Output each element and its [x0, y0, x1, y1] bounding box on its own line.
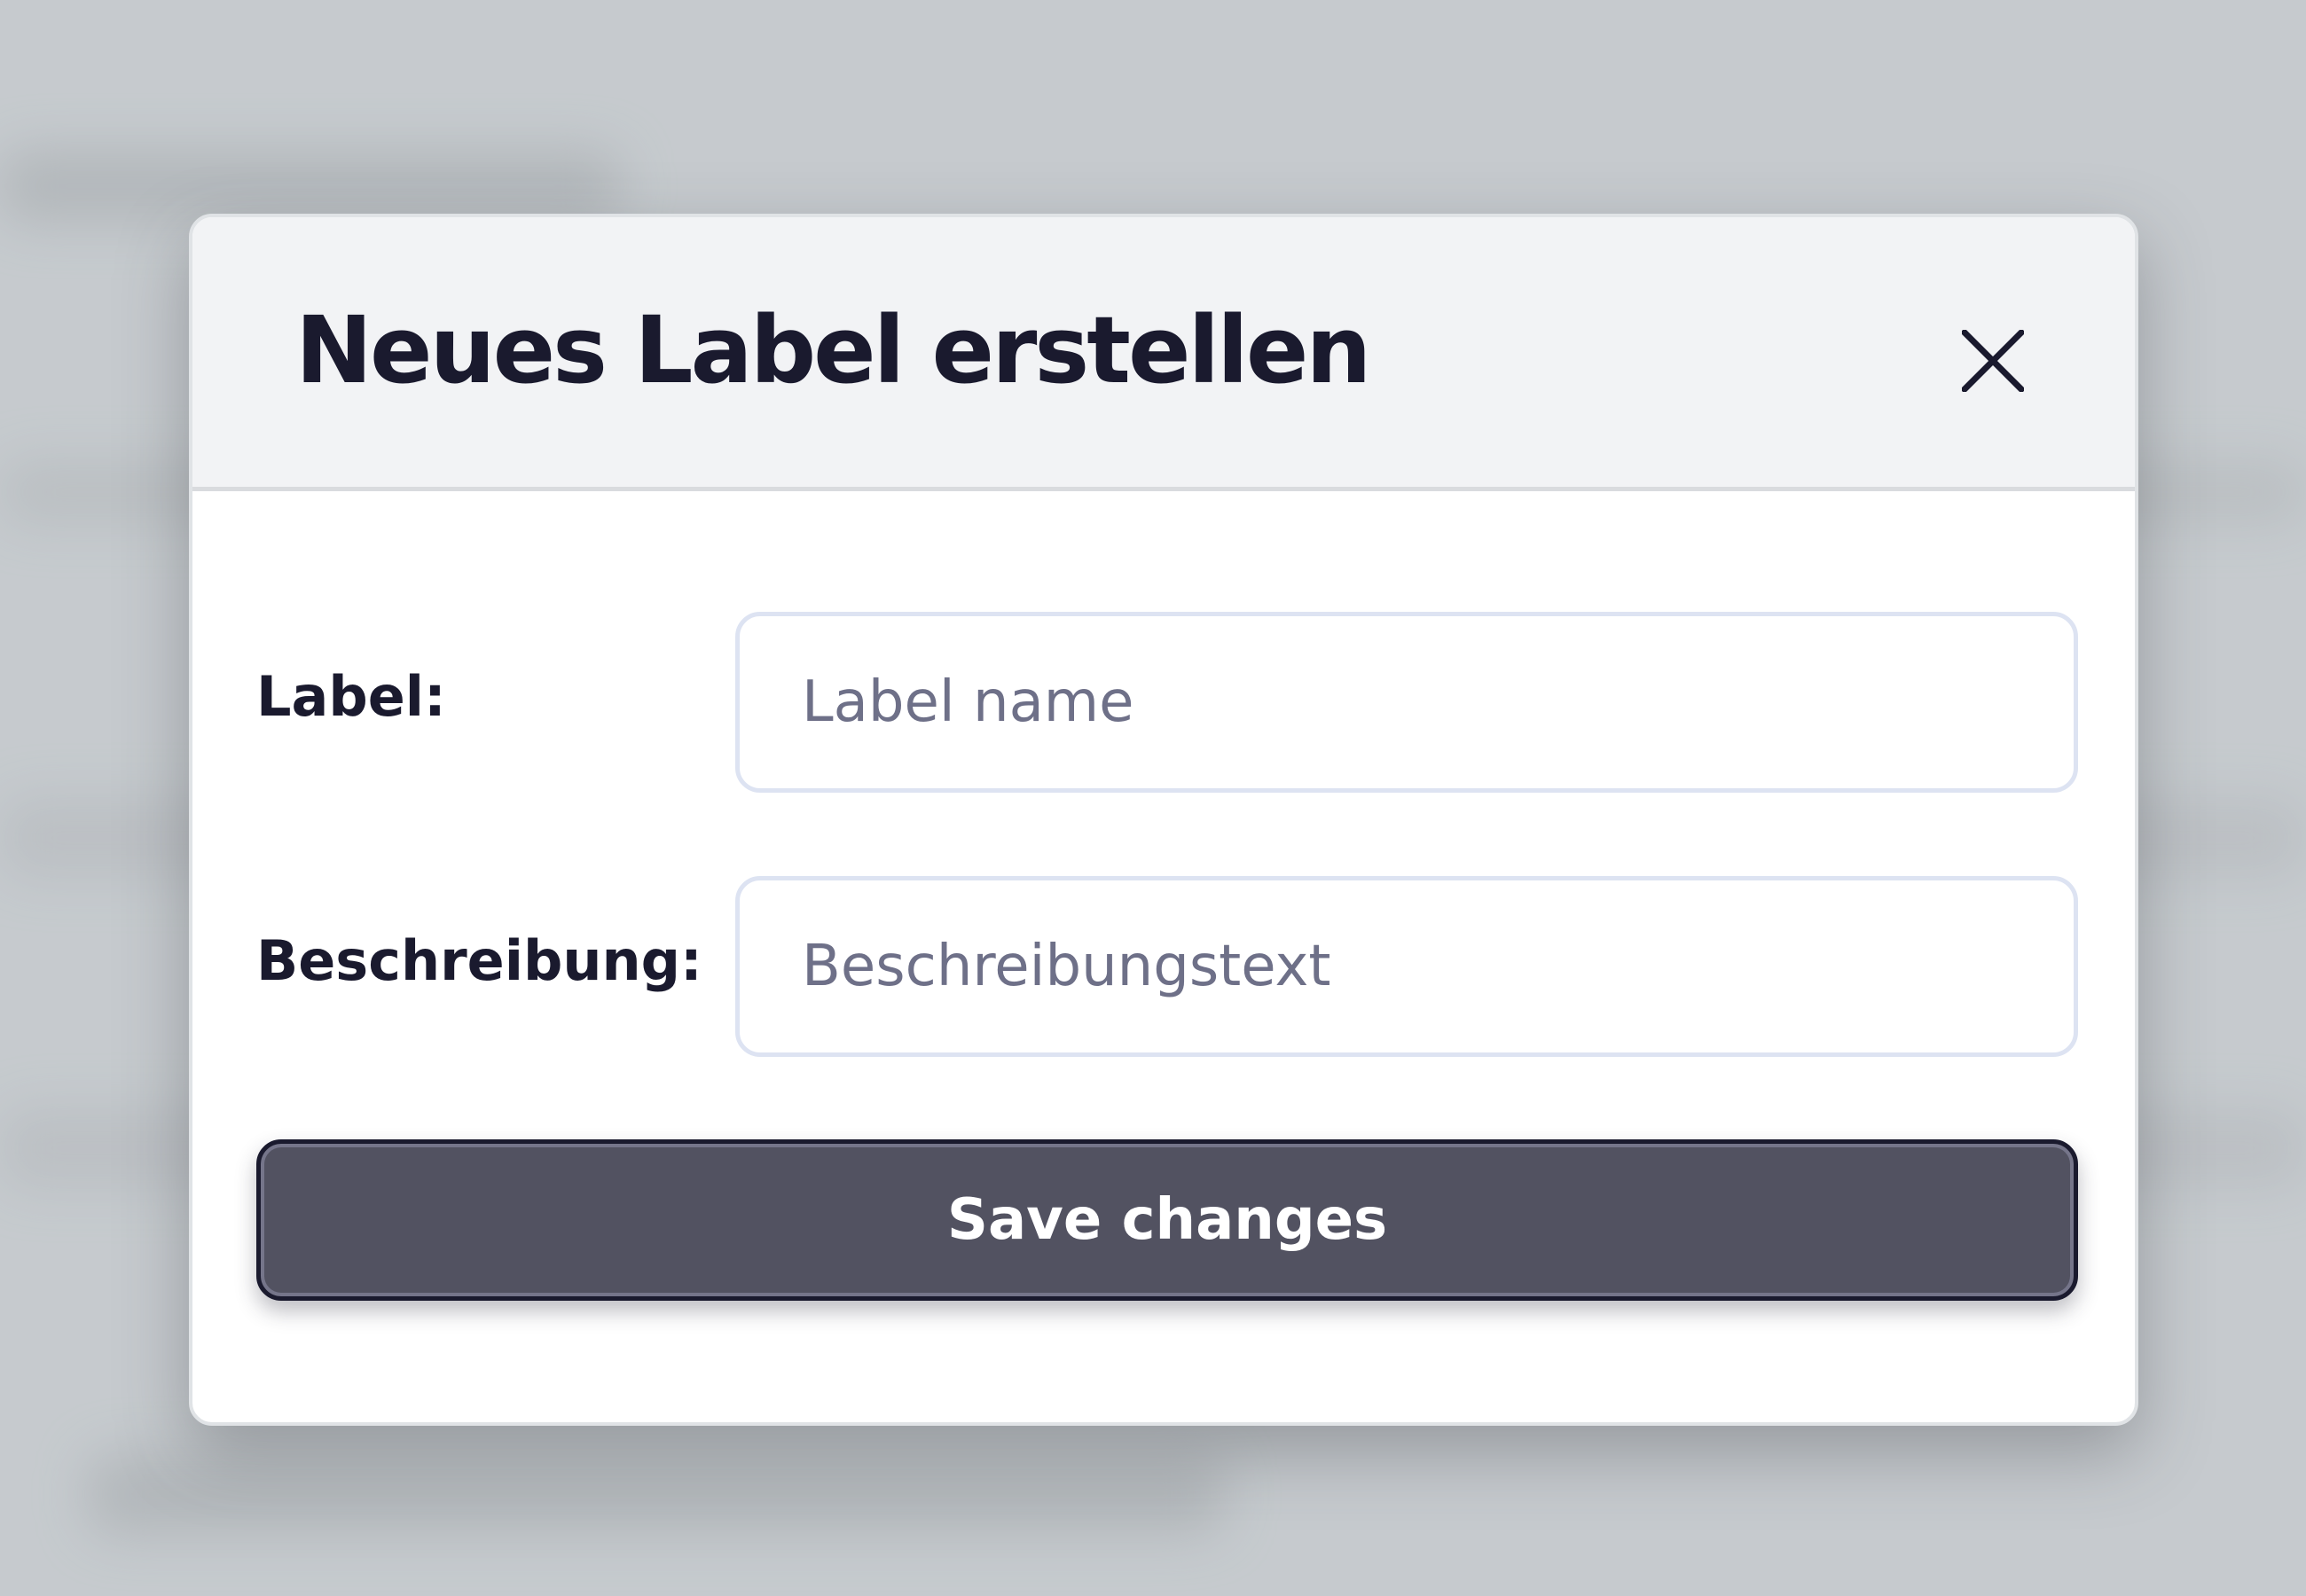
label-field-label: Label:	[256, 664, 446, 729]
create-label-dialog: Neues Label erstellen Label: Beschreibun…	[189, 214, 2138, 1426]
save-changes-button[interactable]: Save changes	[256, 1139, 2078, 1301]
description-input[interactable]	[735, 876, 2078, 1057]
dialog-header: Neues Label erstellen	[192, 217, 2135, 491]
description-field-label: Beschreibung:	[256, 928, 702, 993]
dialog-title: Neues Label erstellen	[295, 296, 1371, 404]
close-icon	[1962, 330, 2024, 392]
label-name-input[interactable]	[735, 612, 2078, 793]
close-button[interactable]	[1949, 317, 2037, 405]
